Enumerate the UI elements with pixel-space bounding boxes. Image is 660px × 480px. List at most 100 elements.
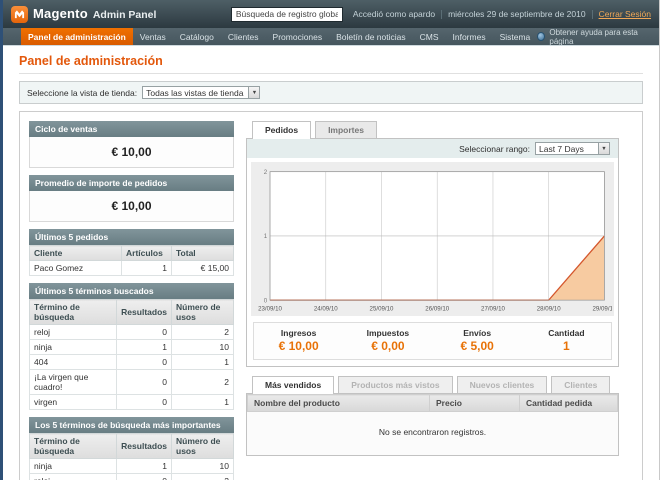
cell-total: € 15,00	[172, 261, 234, 276]
cell-uses: 2	[172, 325, 234, 340]
widget-title: Promedio de importe de pedidos	[29, 175, 234, 191]
cell-term: 404	[30, 355, 117, 370]
cell-results: 0	[117, 355, 172, 370]
nav-item-sistema[interactable]: Sistema	[493, 28, 538, 45]
cell-results: 0	[117, 325, 172, 340]
col-items: Artículos	[122, 246, 172, 261]
nav-item-dashboard[interactable]: Panel de administración	[21, 28, 133, 45]
magento-logo-icon	[11, 6, 28, 23]
svg-text:25/09/10: 25/09/10	[370, 306, 394, 313]
cell-uses: 1	[172, 395, 234, 410]
orders-tabbar: Pedidos Importes	[246, 121, 619, 139]
nav-item-clientes[interactable]: Clientes	[221, 28, 266, 45]
page-title: Panel de administración	[19, 54, 643, 68]
main-navigation: Panel de administración Ventas Catálogo …	[3, 28, 659, 46]
cell-uses: 2	[172, 474, 234, 480]
tab-mas-vendidos[interactable]: Más vendidos	[252, 376, 334, 394]
stat-value: € 0,00	[343, 339, 432, 353]
logo-text: Magento	[33, 6, 88, 21]
tab-importes[interactable]: Importes	[315, 121, 377, 138]
cell-results: 0	[117, 395, 172, 410]
col-results: Resultados	[117, 434, 172, 459]
last-search-terms-table: Término de búsqueda Resultados Número de…	[29, 299, 234, 410]
table-row[interactable]: Paco Gomez 1 € 15,00	[30, 261, 234, 276]
table-row[interactable]: 404 0 1	[30, 355, 234, 370]
range-toolbar: Seleccionar rango: Last 7 Days	[247, 139, 618, 158]
cell-customer: Paco Gomez	[30, 261, 122, 276]
svg-text:29/09/10: 29/09/10	[593, 306, 612, 313]
cell-term: reloj	[30, 325, 117, 340]
help-label: Obtener ayuda para esta página	[549, 28, 649, 46]
table-row[interactable]: reloj 0 2	[30, 474, 234, 480]
tab-nuevos-clientes: Nuevos clientes	[457, 376, 548, 393]
cell-uses: 1	[172, 355, 234, 370]
stat-label: Cantidad	[522, 328, 611, 338]
last-orders-widget: Últimos 5 pedidos Cliente Artículos Tota…	[29, 229, 234, 276]
nav-item-cms[interactable]: CMS	[413, 28, 446, 45]
col-term: Término de búsqueda	[30, 300, 117, 325]
products-tabbar: Más vendidos Productos más vistos Nuevos…	[246, 376, 619, 394]
stat-ingresos: Ingresos € 10,00	[254, 323, 343, 359]
svg-text:0: 0	[264, 297, 268, 304]
cell-term: ninja	[30, 340, 117, 355]
stat-label: Ingresos	[254, 328, 343, 338]
logout-link[interactable]: Cerrar Sesión	[599, 9, 651, 19]
svg-text:24/09/10: 24/09/10	[314, 306, 338, 313]
table-row[interactable]: reloj 0 2	[30, 325, 234, 340]
widget-title: Últimos 5 pedidos	[29, 229, 234, 245]
range-select[interactable]: Last 7 Days	[535, 142, 610, 155]
table-row[interactable]: ninja 1 10	[30, 459, 234, 474]
average-order-widget: Promedio de importe de pedidos € 10,00	[29, 175, 234, 222]
separator	[592, 10, 593, 19]
help-icon	[537, 32, 545, 41]
current-date: miércoles 29 de septiembre de 2010	[448, 9, 586, 19]
tab-pedidos[interactable]: Pedidos	[252, 121, 311, 139]
nav-item-catalogo[interactable]: Catálogo	[173, 28, 221, 45]
products-table-box: Nombre del producto Precio Cantidad pedi…	[246, 394, 619, 456]
stat-value: 1	[522, 339, 611, 353]
orders-chart: 01223/09/1024/09/1025/09/1026/09/1027/09…	[253, 166, 612, 315]
table-row[interactable]: ninja 1 10	[30, 340, 234, 355]
nav-item-promociones[interactable]: Promociones	[266, 28, 330, 45]
dashboard-left-column: Ciclo de ventas € 10,00 Promedio de impo…	[29, 121, 234, 480]
empty-records-message: No se encontraron registros.	[247, 412, 618, 455]
col-total: Total	[172, 246, 234, 261]
page-help-link[interactable]: Obtener ayuda para esta página	[537, 28, 659, 45]
cell-results: 0	[117, 370, 172, 395]
col-price: Precio	[430, 395, 520, 412]
stat-value: € 10,00	[254, 339, 343, 353]
nav-item-informes[interactable]: Informes	[446, 28, 493, 45]
svg-text:28/09/10: 28/09/10	[537, 306, 561, 313]
chevron-down-icon	[598, 143, 609, 154]
store-view-value: Todas las vistas de tienda	[143, 88, 248, 98]
svg-text:1: 1	[264, 233, 268, 240]
table-header-row: Término de búsqueda Resultados Número de…	[30, 434, 234, 459]
table-header-row: Nombre del producto Precio Cantidad pedi…	[248, 395, 618, 412]
global-search-input[interactable]	[231, 7, 343, 22]
chevron-down-icon	[248, 87, 259, 98]
table-row[interactable]: ¡La virgen que cuadro! 0 2	[30, 370, 234, 395]
stats-row: Ingresos € 10,00 Impuestos € 0,00 Envíos…	[253, 322, 612, 360]
store-view-label: Seleccione la vista de tienda:	[27, 88, 137, 98]
svg-text:2: 2	[264, 169, 268, 176]
page-content: Panel de administración Seleccione la vi…	[3, 46, 659, 480]
cell-uses: 10	[172, 340, 234, 355]
stat-label: Envíos	[433, 328, 522, 338]
cell-term: virgen	[30, 395, 117, 410]
store-view-select[interactable]: Todas las vistas de tienda	[142, 86, 260, 99]
stat-impuestos: Impuestos € 0,00	[343, 323, 432, 359]
cell-term: reloj	[30, 474, 117, 480]
chart-region: 01223/09/1024/09/1025/09/1026/09/1027/09…	[251, 162, 614, 316]
nav-item-boletin[interactable]: Boletín de noticias	[329, 28, 412, 45]
svg-text:23/09/10: 23/09/10	[258, 306, 282, 313]
cell-term: ¡La virgen que cuadro!	[30, 370, 117, 395]
widget-title: Los 5 términos de búsqueda más important…	[29, 417, 234, 433]
dashboard-container: Ciclo de ventas € 10,00 Promedio de impo…	[19, 111, 643, 480]
col-customer: Cliente	[30, 246, 122, 261]
sales-cycle-value: € 10,00	[29, 137, 234, 168]
separator	[441, 10, 442, 19]
dashboard-right-column: Pedidos Importes Seleccionar rango: Last…	[246, 121, 619, 480]
nav-item-ventas[interactable]: Ventas	[133, 28, 173, 45]
table-row[interactable]: virgen 0 1	[30, 395, 234, 410]
tab-clientes: Clientes	[551, 376, 610, 393]
